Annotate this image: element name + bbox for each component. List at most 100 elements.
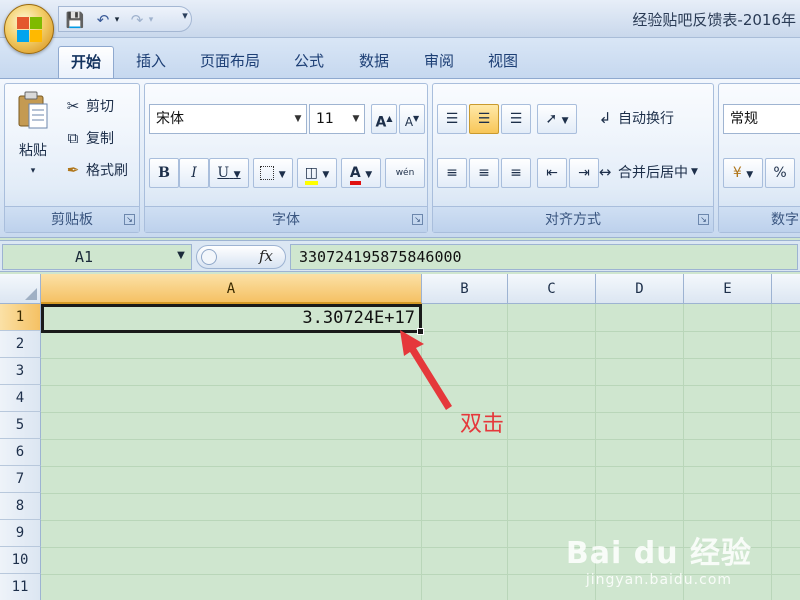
gridline bbox=[507, 304, 508, 600]
borders-button[interactable]: ▼ bbox=[253, 158, 293, 188]
select-all-button[interactable] bbox=[0, 274, 41, 304]
column-header-f-partial[interactable] bbox=[772, 274, 800, 304]
gridline bbox=[771, 304, 772, 600]
redo-dropdown-icon[interactable]: ▾ bbox=[145, 10, 157, 30]
row-header-2[interactable]: 2 bbox=[0, 331, 41, 358]
tab-home[interactable]: 开始 bbox=[58, 46, 115, 78]
align-left-icon: ≡ bbox=[446, 165, 458, 181]
select-all-triangle-icon bbox=[25, 288, 37, 300]
column-header-d[interactable]: D bbox=[596, 274, 684, 304]
paste-label: 粘贴 bbox=[19, 143, 47, 159]
align-left-button[interactable]: ≡ bbox=[437, 158, 467, 188]
merge-center-label: 合并后居中 bbox=[618, 165, 688, 181]
align-center-button[interactable]: ≡ bbox=[469, 158, 499, 188]
row-header-6[interactable]: 6 bbox=[0, 439, 41, 466]
wrap-text-icon: ↲ bbox=[598, 109, 612, 127]
align-right-button[interactable]: ≡ bbox=[501, 158, 531, 188]
italic-button[interactable]: I bbox=[179, 158, 209, 188]
number-format-select[interactable]: 常规 bbox=[723, 104, 800, 134]
tab-insert[interactable]: 插入 bbox=[124, 46, 178, 78]
chevron-down-icon: ▼ bbox=[746, 170, 754, 180]
copy-button[interactable]: ⧉ 复制 bbox=[63, 128, 114, 148]
wrap-text-button[interactable]: ↲ 自动换行 bbox=[595, 108, 674, 128]
chevron-down-icon: ▼ bbox=[278, 170, 286, 180]
row-header-10[interactable]: 10 bbox=[0, 547, 41, 574]
percent-style-button[interactable]: % bbox=[765, 158, 795, 188]
grow-font-button[interactable]: A▲ bbox=[371, 104, 397, 134]
font-size-select[interactable]: 11 ▼ bbox=[309, 104, 365, 134]
row-header-4[interactable]: 4 bbox=[0, 385, 41, 412]
cut-button[interactable]: ✂ 剪切 bbox=[63, 96, 114, 116]
customize-qat-icon[interactable]: ▾ bbox=[178, 9, 192, 29]
column-header-b[interactable]: B bbox=[422, 274, 508, 304]
alignment-launcher-icon[interactable]: ↘ bbox=[698, 214, 709, 225]
font-group-label: 字体 bbox=[145, 206, 427, 232]
align-middle-icon: ☰ bbox=[477, 111, 491, 127]
alignment-group-label: 对齐方式 bbox=[433, 206, 713, 232]
clipboard-launcher-icon[interactable]: ↘ bbox=[124, 214, 135, 225]
tab-view[interactable]: 视图 bbox=[476, 46, 530, 78]
clipboard-group: 粘贴 ▾ ✂ 剪切 ⧉ 复制 ✒ 格式刷 剪贴板 ↘ bbox=[4, 83, 140, 233]
fill-color-button[interactable]: ◫ ▼ bbox=[297, 158, 337, 188]
paste-button[interactable]: 粘贴 ▾ bbox=[13, 90, 53, 190]
row-header-1[interactable]: 1 bbox=[0, 304, 41, 331]
row-header-11[interactable]: 11 bbox=[0, 574, 41, 600]
font-color-button[interactable]: A ▼ bbox=[341, 158, 381, 188]
accounting-format-button[interactable]: ¥ ▼ bbox=[723, 158, 763, 188]
save-icon[interactable]: 💾 bbox=[65, 10, 85, 30]
office-button[interactable] bbox=[4, 4, 54, 54]
font-name-select[interactable]: 宋体 ▼ bbox=[149, 104, 307, 134]
name-box[interactable]: A1 bbox=[2, 244, 192, 270]
row-header-5[interactable]: 5 bbox=[0, 412, 41, 439]
tab-review[interactable]: 审阅 bbox=[412, 46, 466, 78]
ribbon-tabs: 开始 插入 页面布局 公式 数据 审阅 视图 bbox=[0, 38, 800, 78]
tab-page-layout[interactable]: 页面布局 bbox=[188, 46, 272, 78]
align-middle-button[interactable]: ☰ bbox=[469, 104, 499, 134]
copy-icon: ⧉ bbox=[67, 129, 79, 147]
phonetic-guide-button[interactable]: wén bbox=[385, 158, 425, 188]
column-header-a[interactable]: A bbox=[41, 274, 422, 304]
undo-icon[interactable]: ↶ bbox=[93, 10, 113, 30]
formula-input[interactable]: 330724195875846000 bbox=[290, 244, 798, 270]
insert-function-button[interactable]: fx bbox=[259, 247, 273, 265]
shrink-font-icon: A bbox=[404, 115, 414, 129]
row-header-7[interactable]: 7 bbox=[0, 466, 41, 493]
row-header-9[interactable]: 9 bbox=[0, 520, 41, 547]
font-size-value: 11 bbox=[316, 111, 334, 127]
office-logo-icon bbox=[17, 17, 43, 43]
column-header-c[interactable]: C bbox=[508, 274, 596, 304]
paste-icon bbox=[18, 91, 48, 129]
watermark: Bai du 经验 jingyan.baidu.com bbox=[566, 528, 752, 588]
number-group-label: 数字 bbox=[719, 206, 800, 232]
format-painter-button[interactable]: ✒ 格式刷 bbox=[63, 160, 128, 180]
decrease-indent-button[interactable]: ⇤ bbox=[537, 158, 567, 188]
underline-icon: U bbox=[217, 165, 230, 181]
align-bottom-button[interactable]: ☰ bbox=[501, 104, 531, 134]
paste-dropdown-icon[interactable]: ▾ bbox=[31, 166, 36, 176]
redo-icon[interactable]: ↷ bbox=[127, 10, 147, 30]
shrink-font-button[interactable]: A▼ bbox=[399, 104, 425, 134]
orientation-button[interactable]: ➚ ▼ bbox=[537, 104, 577, 134]
name-box-dropdown-icon[interactable]: ▼ bbox=[172, 244, 190, 268]
tab-formulas[interactable]: 公式 bbox=[282, 46, 336, 78]
undo-dropdown-icon[interactable]: ▾ bbox=[111, 10, 123, 30]
column-header-e[interactable]: E bbox=[684, 274, 772, 304]
text-orientation-icon: ➚ bbox=[545, 111, 558, 127]
chevron-down-icon[interactable]: ▼ bbox=[691, 167, 698, 177]
font-launcher-icon[interactable]: ↘ bbox=[412, 214, 423, 225]
formula-controls: fx bbox=[196, 245, 286, 269]
align-top-button[interactable]: ☰ bbox=[437, 104, 467, 134]
align-bottom-icon: ☰ bbox=[509, 111, 523, 127]
tab-data[interactable]: 数据 bbox=[347, 46, 401, 78]
underline-button[interactable]: U ▼ bbox=[209, 158, 249, 188]
number-group: 常规 ¥ ▼ % 数字 bbox=[718, 83, 800, 233]
cell-a1[interactable]: 3.30724E+17 bbox=[41, 304, 422, 333]
merge-center-button[interactable]: ↔ 合并后居中 ▼ bbox=[595, 162, 698, 182]
align-top-icon: ☰ bbox=[445, 111, 459, 127]
row-header-3[interactable]: 3 bbox=[0, 358, 41, 385]
bold-button[interactable]: B bbox=[149, 158, 179, 188]
expand-handle-icon[interactable] bbox=[201, 249, 217, 265]
row-header-8[interactable]: 8 bbox=[0, 493, 41, 520]
phonetic-icon: wén bbox=[395, 168, 415, 178]
wrap-text-label: 自动换行 bbox=[618, 111, 674, 127]
